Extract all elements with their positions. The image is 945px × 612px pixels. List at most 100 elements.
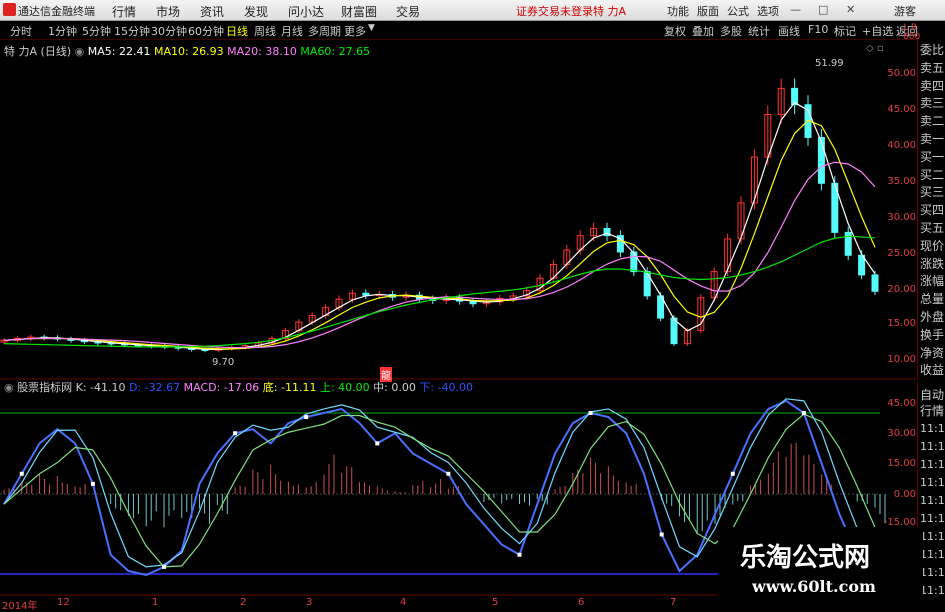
menu-caifuquan[interactable]: 财富圈 bbox=[341, 3, 377, 20]
period-daily[interactable]: 日线 bbox=[226, 23, 248, 39]
menu-gongshi[interactable]: 公式 bbox=[727, 3, 749, 19]
quote-item[interactable]: 买二 bbox=[920, 166, 945, 183]
menu-wenxiaoda[interactable]: 问小达 bbox=[288, 3, 324, 20]
quote-item[interactable]: 涨跌 bbox=[920, 255, 945, 272]
ma20-value: MA20: 38.10 bbox=[227, 45, 297, 58]
quote-item[interactable]: 现价 bbox=[920, 237, 945, 254]
tool-fuquan[interactable]: 复权 bbox=[664, 23, 686, 39]
period-more[interactable]: 更多 bbox=[344, 23, 366, 39]
period-fenshi[interactable]: 分时 bbox=[10, 23, 32, 39]
menu-jiaoyi[interactable]: 交易 bbox=[396, 3, 420, 20]
quote-item[interactable]: 总量 bbox=[920, 290, 945, 307]
menu-gongneng[interactable]: 功能 bbox=[667, 3, 689, 19]
auto-label[interactable]: 自动 bbox=[920, 386, 945, 403]
tool-f10[interactable]: F10 bbox=[808, 23, 828, 36]
tool-zixuan[interactable]: +自选 bbox=[862, 23, 893, 39]
tool-tongji[interactable]: 统计 bbox=[748, 23, 770, 39]
title-bar: 通达信金融终端 行情 市场 资讯 发现 问小达 财富圈 交易 证券交易未登录 特… bbox=[0, 0, 945, 21]
settings-icon[interactable]: ◉ bbox=[75, 45, 85, 58]
signal-dot bbox=[375, 441, 380, 446]
tick-time: 11:1 bbox=[920, 476, 945, 489]
quote-item[interactable]: 委比 bbox=[920, 41, 945, 58]
app-title: 通达信金融终端 bbox=[18, 5, 95, 18]
quote-item[interactable]: 买三 bbox=[920, 183, 945, 200]
quote-item[interactable]: 卖三 bbox=[920, 94, 945, 111]
guest-label[interactable]: 游客 bbox=[894, 3, 916, 19]
candle-body bbox=[871, 274, 879, 292]
signal-dot bbox=[801, 411, 806, 415]
quote-item[interactable]: 买五 bbox=[920, 219, 945, 236]
quote-item[interactable]: 买四 bbox=[920, 201, 945, 218]
menu-hangqing[interactable]: 行情 bbox=[112, 3, 136, 20]
period-monthly[interactable]: 月线 bbox=[281, 23, 303, 39]
minimize-icon[interactable]: — bbox=[790, 3, 801, 16]
price-chart[interactable] bbox=[0, 40, 917, 609]
period-15min[interactable]: 15分钟 bbox=[114, 23, 150, 39]
x-tick: 6 bbox=[578, 597, 585, 608]
app-logo-icon bbox=[3, 3, 16, 16]
hangqing-label[interactable]: 行情 bbox=[920, 402, 945, 419]
tick-time: 11:1 bbox=[920, 458, 945, 471]
shang-value: 上: 40.00 bbox=[319, 381, 370, 394]
y-tick: 35.00 bbox=[887, 176, 916, 187]
quote-item[interactable]: 涨幅 bbox=[920, 272, 945, 289]
tool-diejia[interactable]: 叠加 bbox=[692, 23, 714, 39]
close-icon[interactable]: ✕ bbox=[846, 3, 855, 16]
period-multi[interactable]: 多周期 bbox=[308, 23, 341, 39]
tick-time: 11:1 bbox=[920, 548, 945, 561]
indicator-settings-icon[interactable]: ◉ bbox=[4, 381, 14, 394]
y-tick: 30.00 bbox=[887, 212, 916, 223]
menu-banmian[interactable]: 版面 bbox=[697, 3, 719, 19]
period-30min[interactable]: 30分钟 bbox=[151, 23, 187, 39]
menu-xuanxiang[interactable]: 选项 bbox=[757, 3, 779, 19]
quote-item[interactable]: 净资 bbox=[920, 344, 945, 361]
more-dropdown-icon[interactable]: ▼ bbox=[368, 23, 375, 33]
period-5min[interactable]: 5分钟 bbox=[82, 23, 111, 39]
indicator-legend: ◉ 股票指标网 K: -41.10 D: -32.67 MACD: -17.06… bbox=[4, 379, 473, 395]
tick-time: 11:1 bbox=[920, 422, 945, 435]
menu-zixun[interactable]: 资讯 bbox=[200, 3, 224, 20]
x-tick: 2 bbox=[240, 597, 247, 608]
signal-dot bbox=[730, 471, 735, 476]
signal-dot bbox=[588, 411, 593, 415]
candle-body bbox=[670, 317, 678, 345]
period-60min[interactable]: 60分钟 bbox=[188, 23, 224, 39]
xia-value: 下: -40.00 bbox=[419, 381, 474, 394]
quote-item[interactable]: 换手 bbox=[920, 326, 945, 343]
watermark-title: 乐淘公式网 bbox=[740, 543, 871, 573]
maximize-icon[interactable]: □ bbox=[818, 3, 828, 16]
menu-faxian[interactable]: 发现 bbox=[244, 3, 268, 20]
quote-item[interactable]: 卖五 bbox=[920, 59, 945, 76]
quote-item[interactable]: 卖一 bbox=[920, 130, 945, 147]
quote-item[interactable]: 外盘 bbox=[920, 308, 945, 325]
tool-duogu[interactable]: 多股 bbox=[720, 23, 742, 39]
tick-time: 11:1 bbox=[920, 494, 945, 507]
login-notice[interactable]: 证券交易未登录 bbox=[516, 3, 593, 19]
tool-huaxian[interactable]: 画线 bbox=[778, 23, 800, 39]
signal-dot bbox=[161, 564, 166, 569]
period-1min[interactable]: 1分钟 bbox=[48, 23, 77, 39]
quote-item[interactable]: 卖二 bbox=[920, 112, 945, 129]
y-tick: 50.00 bbox=[887, 68, 916, 79]
menu-shichang[interactable]: 市场 bbox=[156, 3, 180, 20]
ma60-value: MA60: 27.65 bbox=[300, 45, 371, 58]
quote-item[interactable]: 收益 bbox=[920, 361, 945, 378]
k-value: K: -41.10 bbox=[75, 381, 126, 394]
macd-value: MACD: -17.06 bbox=[183, 381, 260, 394]
signal-dot bbox=[304, 415, 309, 420]
chart-options-icon[interactable]: ◇ ▫ bbox=[866, 43, 884, 54]
period-weekly[interactable]: 周线 bbox=[254, 23, 276, 39]
y-tick: 30.00 bbox=[887, 428, 916, 439]
main-legend: 特 力A (日线) ◉ MA5: 22.41 MA10: 26.93 MA20:… bbox=[4, 43, 370, 59]
candle-body bbox=[643, 271, 651, 297]
period-toolbar: 分时 1分钟 5分钟 15分钟 30分钟 60分钟 日线 周线 月线 多周期 更… bbox=[0, 21, 945, 40]
signal-dot bbox=[233, 431, 238, 436]
quote-panel: 委比 卖五 卖四 卖三 卖二 卖一 买一 买二 买三 买四 买五 现价 涨跌 涨幅 总量 外盘 换手 净资 收益 bbox=[917, 39, 945, 379]
tool-biaoji[interactable]: 标记 bbox=[834, 23, 856, 39]
quote-item[interactable]: 卖四 bbox=[920, 77, 945, 94]
indicator-name[interactable]: 股票指标网 bbox=[17, 381, 72, 394]
watermark-url: www.60lt.com bbox=[752, 577, 876, 596]
quote-item[interactable]: 买一 bbox=[920, 148, 945, 165]
low-price-label: 9.70 bbox=[212, 357, 235, 368]
x-tick: 5 bbox=[492, 597, 499, 608]
